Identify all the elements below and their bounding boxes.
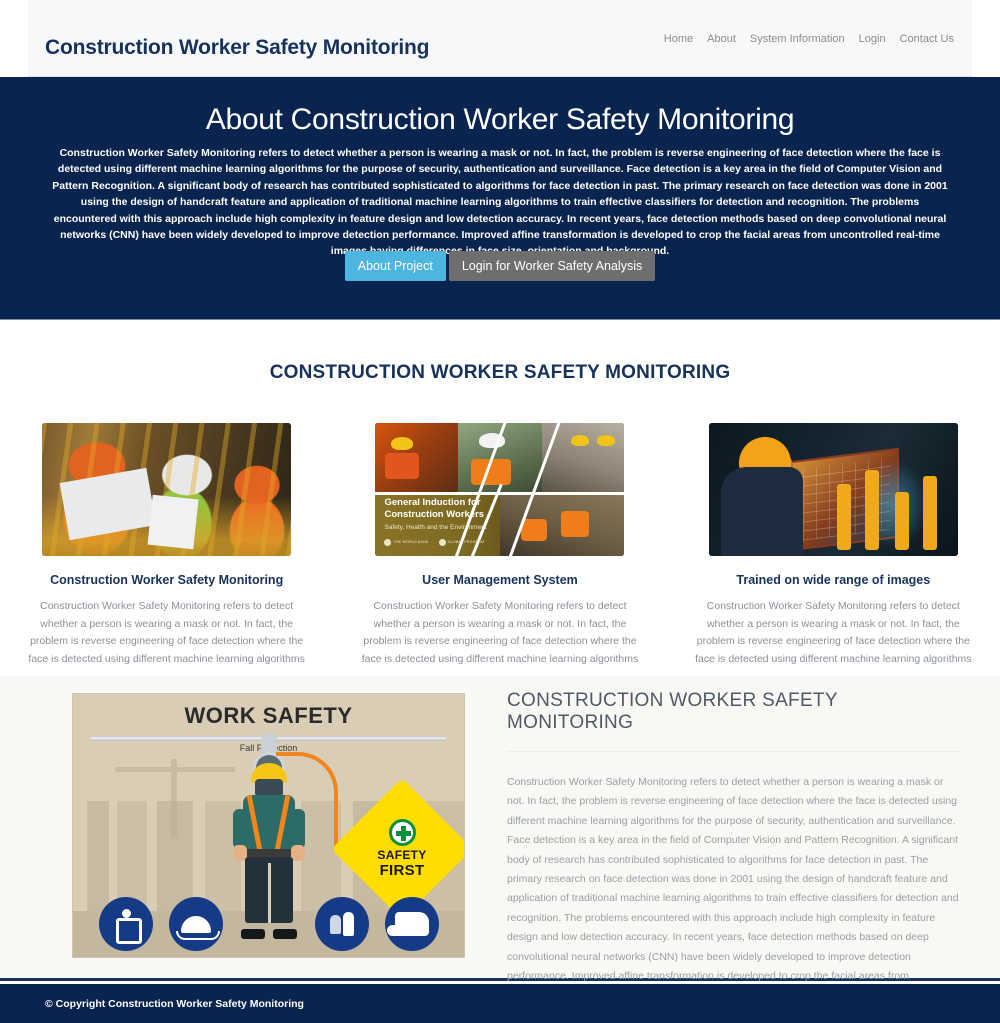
fall-harness-icon <box>99 897 153 951</box>
nav-item-about[interactable]: About <box>707 33 736 45</box>
green-cross-icon <box>388 819 416 846</box>
site-brand: Construction Worker Safety Monitoring <box>45 36 430 59</box>
hero-paragraph: Construction Worker Safety Monitoring re… <box>52 147 948 257</box>
feature-card[interactable]: Trained on wide range of images Construc… <box>667 423 1000 668</box>
nav-item-contact-us[interactable]: Contact Us <box>900 33 954 45</box>
login-worker-safety-analysis-button[interactable]: Login for Worker Safety Analysis <box>448 251 656 282</box>
feature-card-title: User Management System <box>422 573 578 587</box>
general-induction-collage-photo: General Induction for Construction Worke… <box>375 423 625 556</box>
about-text-column: CONSTRUCTION WORKER SAFETY MONITORING Co… <box>507 690 959 1006</box>
about-paragraph: Construction Worker Safety Monitoring re… <box>507 776 959 1001</box>
world-bank-logo: THE WORLD BANK <box>384 538 428 546</box>
features-heading: CONSTRUCTION WORKER SAFETY MONITORING <box>269 362 731 383</box>
features-section: CONSTRUCTION WORKER SAFETY MONITORING Co… <box>0 320 1000 676</box>
crane-silhouette <box>115 759 235 837</box>
safety-first-line-1: SAFETY <box>377 848 427 862</box>
hero-section: About Construction Worker Safety Monitor… <box>0 77 1000 320</box>
feature-card-text: Construction Worker Safety Monitoring re… <box>28 600 305 665</box>
feature-card-title: Trained on wide range of images <box>736 573 931 587</box>
global-program-logo: GLOBAL PROGRAM <box>438 538 485 546</box>
nav-item-system-information[interactable]: System Information <box>750 33 845 45</box>
safety-first-sign-content: SAFETY FIRST <box>352 799 452 899</box>
ppe-icon-row <box>73 897 464 951</box>
about-heading: CONSTRUCTION WORKER SAFETY MONITORING <box>507 690 959 752</box>
poster-title: WORK SAFETY <box>184 703 353 728</box>
worker-hud-photo <box>708 423 958 556</box>
feature-card-text: Construction Worker Safety Monitoring re… <box>695 600 972 665</box>
about-section: WORK SAFETY Fall Protection SAFETY FIRST <box>0 676 1000 1001</box>
feature-card-list: Construction Worker Safety Monitoring Co… <box>0 423 1000 668</box>
collage-logo-row: THE WORLD BANK GLOBAL PROGRAM <box>384 538 485 546</box>
collage-overlay-subtitle: Safety, Health and the Environment <box>384 524 487 532</box>
feature-card[interactable]: General Induction for Construction Worke… <box>333 423 666 668</box>
safety-gloves-icon <box>315 897 369 951</box>
feature-card[interactable]: Construction Worker Safety Monitoring Co… <box>0 423 333 668</box>
construction-workers-photo <box>42 423 292 556</box>
site-footer: © Copyright Construction Worker Safety M… <box>0 984 1000 1023</box>
feature-card-title: Construction Worker Safety Monitoring <box>50 573 284 587</box>
nav-item-login[interactable]: Login <box>859 33 886 45</box>
hard-hat-icon <box>169 897 223 951</box>
hero-button-group: About Project Login for Worker Safety An… <box>0 251 1000 282</box>
collage-overlay-title: General Induction for Construction Worke… <box>384 497 485 520</box>
feature-card-text: Construction Worker Safety Monitoring re… <box>361 600 639 665</box>
safety-boots-icon <box>385 897 439 951</box>
page-root: Construction Worker Safety Monitoring Ho… <box>0 0 1000 1023</box>
site-header: Construction Worker Safety Monitoring Ho… <box>28 0 972 77</box>
work-safety-poster: WORK SAFETY Fall Protection SAFETY FIRST <box>72 693 465 958</box>
hero-title: About Construction Worker Safety Monitor… <box>205 103 795 136</box>
safety-first-line-2: FIRST <box>379 862 425 879</box>
primary-navigation: Home About System Information Login Cont… <box>664 33 954 45</box>
footer-copyright: © Copyright Construction Worker Safety M… <box>45 998 304 1010</box>
about-project-button[interactable]: About Project <box>344 251 446 282</box>
nav-item-home[interactable]: Home <box>664 33 693 45</box>
